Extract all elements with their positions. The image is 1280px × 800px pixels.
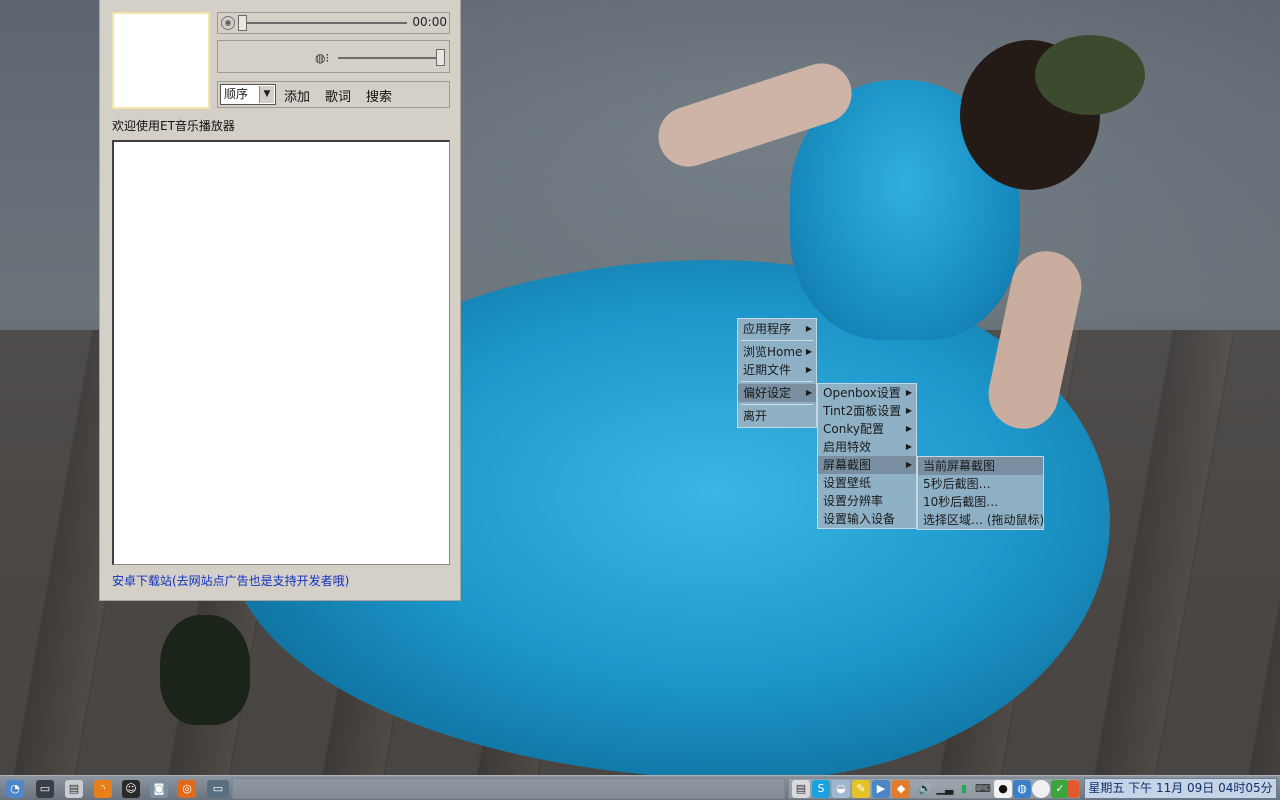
chevron-right-icon: ▶ bbox=[805, 365, 812, 374]
menu-item-screenshot-region[interactable]: 选择区域… (拖动鼠标) bbox=[918, 511, 1045, 529]
signal-icon[interactable]: ▁▃ bbox=[936, 780, 954, 798]
menu-item-recent-files[interactable]: 近期文件 ▶ bbox=[738, 361, 816, 379]
app-tray-icon[interactable] bbox=[1068, 780, 1079, 798]
chevron-down-icon[interactable]: ▼ bbox=[259, 86, 274, 103]
taskbar: ◔ ▭ ▤ ◝ ☺ ◙ ◎ ▭ ▤ S ◒ ✎ ▶ ◆ 🔊 ▁▃ ▮ ⌨ ● ◍… bbox=[0, 775, 1280, 800]
network-icon[interactable]: ◒ bbox=[832, 780, 850, 798]
show-desktop-icon[interactable]: ▭ bbox=[207, 780, 229, 798]
control-panel: 顺序 ▼ 添加 歌词 搜索 bbox=[217, 81, 450, 108]
clock[interactable]: 星期五 下午 11月 09日 04时05分 bbox=[1084, 778, 1277, 799]
task-list[interactable] bbox=[232, 778, 785, 799]
music-player-window: ◉ 00:00 ◍⁝ 顺序 ▼ 添加 歌词 搜索 欢迎使用ET音乐播放器 安卓下… bbox=[99, 0, 461, 601]
menu-item-exit[interactable]: 离开 bbox=[738, 407, 816, 425]
menu-item-screenshot-now[interactable]: 当前屏幕截图 bbox=[918, 457, 1043, 475]
root-menu: 应用程序 ▶ 浏览Home ▶ 近期文件 ▶ 偏好设定 ▶ 离开 bbox=[737, 318, 817, 428]
volume-slider-handle[interactable] bbox=[436, 49, 445, 66]
wallpaper-shoe bbox=[160, 615, 250, 725]
menu-item-label: 设置壁纸 bbox=[823, 476, 872, 490]
seek-track[interactable] bbox=[242, 22, 407, 24]
chevron-right-icon: ▶ bbox=[805, 347, 812, 356]
play-mode-select[interactable]: 顺序 ▼ bbox=[220, 84, 276, 105]
lyrics-button[interactable]: 歌词 bbox=[325, 86, 351, 105]
menu-item-label: 启用特效 bbox=[823, 440, 872, 454]
update-icon[interactable]: ◆ bbox=[892, 780, 910, 798]
disc-icon: ◉ bbox=[221, 16, 235, 30]
menu-item-tint2-settings[interactable]: Tint2面板设置 ▶ bbox=[818, 402, 916, 420]
start-menu-icon[interactable]: ◔ bbox=[6, 780, 24, 798]
qq-penguin-icon[interactable]: ● bbox=[994, 780, 1012, 798]
ad-link[interactable]: 安卓下载站(去网站点广告也是支持开发者哦) bbox=[112, 572, 349, 589]
menu-item-screenshot-5s[interactable]: 5秒后截图… bbox=[918, 475, 1043, 493]
notes-icon[interactable]: ▤ bbox=[792, 780, 810, 798]
security-icon[interactable]: ✓ bbox=[1051, 780, 1069, 798]
menu-item-label: 应用程序 bbox=[743, 322, 792, 336]
battery-icon[interactable]: ▮ bbox=[955, 780, 973, 798]
menu-item-label: 当前屏幕截图 bbox=[923, 459, 996, 473]
menu-separator bbox=[741, 404, 813, 405]
chevron-right-icon: ▶ bbox=[805, 388, 812, 397]
menu-item-label: Tint2面板设置 bbox=[823, 404, 902, 418]
playlist[interactable] bbox=[112, 140, 450, 565]
menu-item-label: 5秒后截图… bbox=[923, 477, 991, 491]
preferences-submenu: Openbox设置 ▶ Tint2面板设置 ▶ Conky配置 ▶ 启用特效 ▶… bbox=[817, 383, 917, 529]
file-manager-icon[interactable]: ▤ bbox=[65, 780, 83, 798]
rss-icon[interactable]: ◝ bbox=[94, 780, 112, 798]
add-button[interactable]: 添加 bbox=[284, 86, 310, 105]
menu-item-screenshot-10s[interactable]: 10秒后截图… bbox=[918, 493, 1043, 511]
menu-item-screenshot[interactable]: 屏幕截图 ▶ bbox=[818, 456, 916, 474]
volume-panel: ◍⁝ bbox=[217, 40, 450, 73]
screenshot-submenu: 当前屏幕截图 5秒后截图… 10秒后截图… 选择区域… (拖动鼠标) bbox=[917, 456, 1044, 530]
menu-item-enable-effects[interactable]: 启用特效 ▶ bbox=[818, 438, 916, 456]
menu-item-label: 浏览Home bbox=[743, 345, 803, 359]
clipboard-icon[interactable]: ✎ bbox=[852, 780, 870, 798]
screenshot-tool-icon[interactable]: ◙ bbox=[150, 780, 168, 798]
chevron-right-icon: ▶ bbox=[905, 460, 912, 469]
menu-item-label: 选择区域… (拖动鼠标) bbox=[923, 513, 1045, 527]
volume-icon[interactable]: 🔊 bbox=[916, 780, 934, 798]
menu-item-applications[interactable]: 应用程序 ▶ bbox=[738, 320, 816, 338]
chevron-right-icon: ▶ bbox=[905, 388, 912, 397]
speaker-icon: ◍⁝ bbox=[315, 51, 330, 65]
elapsed-time: 00:00 bbox=[412, 15, 447, 29]
menu-item-input-devices[interactable]: 设置输入设备 bbox=[818, 510, 916, 528]
menu-item-label: Openbox设置 bbox=[823, 386, 901, 400]
menu-item-label: 10秒后截图… bbox=[923, 495, 999, 509]
search-button[interactable]: 搜索 bbox=[366, 86, 392, 105]
seek-bar-panel: ◉ 00:00 bbox=[217, 12, 450, 34]
menu-item-label: 近期文件 bbox=[743, 363, 792, 377]
menu-item-label: 设置分辨率 bbox=[823, 494, 884, 508]
wallpaper-hat bbox=[1035, 35, 1145, 115]
menu-item-conky-config[interactable]: Conky配置 ▶ bbox=[818, 420, 916, 438]
globe-icon[interactable]: ◍ bbox=[1013, 780, 1031, 798]
menu-item-set-resolution[interactable]: 设置分辨率 bbox=[818, 492, 916, 510]
firefox-icon[interactable]: ◎ bbox=[178, 780, 196, 798]
menu-separator bbox=[741, 340, 813, 341]
menu-item-label: Conky配置 bbox=[823, 422, 884, 436]
welcome-text: 欢迎使用ET音乐播放器 bbox=[112, 119, 235, 133]
status-circle-icon[interactable] bbox=[1032, 780, 1050, 798]
keyboard-icon[interactable]: ⌨ bbox=[974, 780, 992, 798]
skype-icon[interactable]: S bbox=[812, 780, 830, 798]
play-mode-value: 顺序 bbox=[224, 87, 249, 101]
menu-item-label: 偏好设定 bbox=[743, 386, 792, 400]
chevron-right-icon: ▶ bbox=[805, 324, 812, 333]
chevron-right-icon: ▶ bbox=[905, 406, 912, 415]
menu-item-set-wallpaper[interactable]: 设置壁纸 bbox=[818, 474, 916, 492]
menu-item-label: 设置输入设备 bbox=[823, 512, 896, 526]
album-cover bbox=[112, 12, 210, 109]
media-icon[interactable]: ▶ bbox=[872, 780, 890, 798]
system-tray: ▤ S ◒ ✎ ▶ ◆ 🔊 ▁▃ ▮ ⌨ ● ◍ ✓ bbox=[788, 778, 1080, 799]
seek-slider-handle[interactable] bbox=[238, 15, 247, 31]
menu-item-preferences[interactable]: 偏好设定 ▶ bbox=[738, 384, 816, 402]
terminal-icon[interactable]: ▭ bbox=[36, 780, 54, 798]
menu-separator bbox=[741, 381, 813, 382]
photo-viewer-icon[interactable]: ☺ bbox=[122, 780, 140, 798]
chevron-right-icon: ▶ bbox=[905, 424, 912, 433]
menu-item-label: 离开 bbox=[743, 409, 768, 423]
menu-item-browse-home[interactable]: 浏览Home ▶ bbox=[738, 343, 816, 361]
volume-track[interactable] bbox=[338, 57, 440, 59]
menu-item-openbox-settings[interactable]: Openbox设置 ▶ bbox=[818, 384, 916, 402]
menu-item-label: 屏幕截图 bbox=[823, 458, 872, 472]
chevron-right-icon: ▶ bbox=[905, 442, 912, 451]
